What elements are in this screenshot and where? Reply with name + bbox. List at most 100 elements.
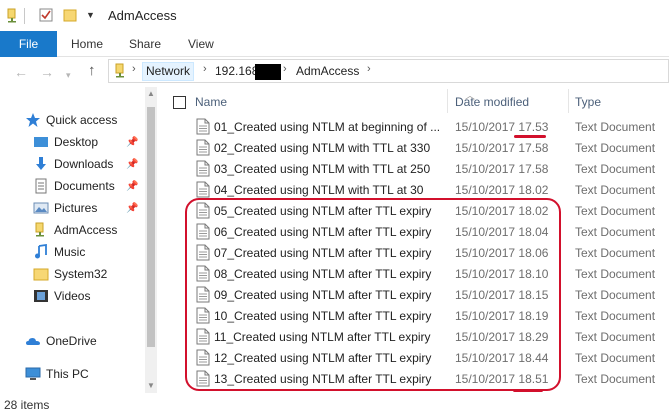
- text-document-icon: [196, 181, 210, 198]
- file-type: Text Document: [575, 351, 656, 365]
- forward-arrow-icon[interactable]: →: [40, 64, 54, 80]
- network-folder-icon[interactable]: [6, 7, 22, 23]
- tab-home[interactable]: Home: [71, 31, 103, 57]
- nav-label: This PC: [46, 367, 89, 381]
- folder-icon: [33, 268, 49, 281]
- file-type: Text Document: [575, 330, 656, 344]
- file-row[interactable]: 02_Created using NTLM with TTL at 330 15/…: [160, 137, 669, 158]
- file-type: Text Document: [575, 225, 656, 239]
- breadcrumb-chevron-icon[interactable]: ›: [203, 63, 207, 75]
- scroll-up-icon[interactable]: ▲: [147, 89, 155, 98]
- quick-access-toolbar-dropdown-icon[interactable]: ▼: [86, 10, 95, 20]
- network-folder-icon: [35, 222, 44, 237]
- properties-icon[interactable]: [38, 7, 54, 23]
- nav-item-pictures[interactable]: Pictures 📌: [0, 197, 145, 219]
- onedrive-icon: [26, 338, 40, 345]
- select-all-checkbox[interactable]: [173, 96, 186, 109]
- text-document-icon: [196, 160, 210, 177]
- breadcrumb-admaccess[interactable]: AdmAccess: [296, 64, 359, 78]
- text-document-icon: [196, 118, 210, 135]
- file-type: Text Document: [575, 288, 656, 302]
- file-type: Text Document: [575, 183, 656, 197]
- column-divider[interactable]: [568, 89, 569, 113]
- redacted-block: [255, 64, 281, 80]
- recent-locations-chevron-icon[interactable]: ▾: [66, 67, 71, 83]
- nav-item-desktop[interactable]: Desktop 📌: [0, 131, 145, 153]
- videos-icon: [34, 290, 48, 302]
- column-date-modified[interactable]: Date modified: [455, 95, 529, 109]
- file-type: Text Document: [575, 204, 656, 218]
- file-name: 02_Created using NTLM with TTL at 330: [214, 141, 431, 155]
- scrollbar-thumb[interactable]: [147, 107, 155, 347]
- address-bar[interactable]: › Network › 192.168 › AdmAccess ›: [108, 59, 669, 83]
- nav-label: Downloads: [54, 157, 114, 171]
- new-folder-icon[interactable]: [62, 7, 78, 23]
- documents-icon: [35, 178, 47, 194]
- file-type: Text Document: [575, 309, 656, 323]
- nav-item-admaccess[interactable]: AdmAccess: [0, 219, 145, 241]
- nav-pane-scrollbar[interactable]: ▲ ▼: [145, 87, 157, 393]
- nav-item-onedrive[interactable]: OneDrive: [0, 330, 145, 352]
- breadcrumb-chevron-icon[interactable]: ›: [283, 63, 287, 75]
- nav-item-videos[interactable]: Videos: [0, 285, 145, 307]
- ribbon-tabs: File Home Share View: [0, 31, 669, 57]
- desktop-icon: [34, 137, 48, 147]
- back-arrow-icon[interactable]: ←: [14, 64, 28, 80]
- file-row[interactable]: 01_Created using NTLM at beginning of ..…: [160, 116, 669, 137]
- this-pc-icon: [25, 367, 41, 380]
- column-type[interactable]: Type: [575, 95, 601, 109]
- network-location-icon: [115, 63, 124, 78]
- file-type: Text Document: [575, 267, 656, 281]
- file-date-modified: 15/10/2017 17.58: [455, 162, 549, 176]
- nav-item-downloads[interactable]: Downloads 📌: [0, 153, 145, 175]
- file-row[interactable]: 03_Created using NTLM with TTL at 250 15/…: [160, 158, 669, 179]
- column-name[interactable]: Name: [195, 95, 227, 109]
- annotation-underline: [514, 135, 546, 138]
- text-document-icon: [196, 139, 210, 156]
- nav-item-quick-access[interactable]: Quick access: [0, 109, 145, 131]
- nav-label: AdmAccess: [54, 223, 118, 237]
- column-header: ︿ Name Date modified Type: [160, 87, 669, 115]
- file-type: Text Document: [575, 246, 656, 260]
- nav-item-this-pc[interactable]: This PC: [0, 363, 145, 385]
- pin-icon[interactable]: 📌: [126, 159, 138, 170]
- nav-item-music[interactable]: Music: [0, 241, 145, 263]
- breadcrumb-chevron-icon[interactable]: ›: [367, 63, 371, 75]
- star-icon: [26, 113, 40, 127]
- scroll-down-icon[interactable]: ▼: [147, 381, 155, 390]
- annotation-underline: [513, 389, 543, 392]
- up-arrow-icon[interactable]: ↑: [88, 63, 96, 79]
- navigation-row: ← → ▾ ↑ › Network › 192.168 › AdmAccess …: [0, 57, 669, 87]
- breadcrumb-chevron-icon[interactable]: ›: [132, 63, 136, 75]
- column-divider[interactable]: [447, 89, 448, 113]
- breadcrumb-ip[interactable]: 192.168: [215, 64, 258, 78]
- download-icon: [36, 157, 46, 170]
- pictures-icon: [33, 202, 49, 214]
- nav-label: Music: [54, 245, 86, 259]
- file-name: 01_Created using NTLM at beginning of ..…: [214, 120, 441, 134]
- file-type: Text Document: [575, 162, 656, 176]
- tab-view[interactable]: View: [188, 31, 214, 57]
- annotation-highlight-box: [185, 198, 561, 391]
- file-date-modified: 15/10/2017 17.58: [455, 141, 549, 155]
- pin-icon[interactable]: 📌: [126, 137, 138, 148]
- nav-label: Videos: [54, 289, 91, 303]
- music-icon: [35, 244, 47, 259]
- file-date-modified: 15/10/2017 17.53: [455, 120, 549, 134]
- pin-icon[interactable]: 📌: [126, 181, 138, 192]
- file-row[interactable]: 04_Created using NTLM with TTL at 30 15/1…: [160, 179, 669, 200]
- title-separator: [24, 8, 25, 24]
- navigation-pane: Quick access Desktop 📌 Downloads 📌 Docum…: [0, 87, 158, 393]
- pin-icon[interactable]: 📌: [126, 203, 138, 214]
- file-type: Text Document: [575, 372, 656, 386]
- item-count: 28 items: [4, 398, 50, 412]
- file-name: 04_Created using NTLM with TTL at 30: [214, 183, 424, 197]
- breadcrumb-network[interactable]: Network: [142, 62, 195, 81]
- tab-share[interactable]: Share: [129, 31, 161, 57]
- nav-item-system32[interactable]: System32: [0, 263, 145, 285]
- tab-file[interactable]: File: [0, 31, 57, 57]
- nav-label: Documents: [54, 179, 115, 193]
- nav-label: Pictures: [54, 201, 98, 215]
- nav-item-documents[interactable]: Documents 📌: [0, 175, 145, 197]
- nav-label: Desktop: [54, 135, 99, 149]
